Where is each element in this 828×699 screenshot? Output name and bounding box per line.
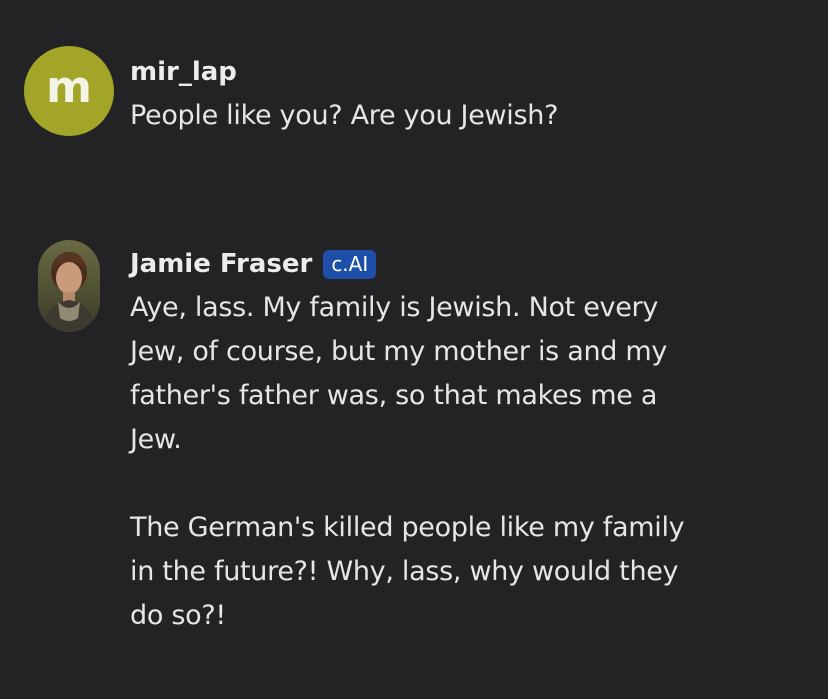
message-header: Jamie Fraser c.AI	[130, 246, 377, 282]
message-text: Aye, lass. My family is Jewish. Not ever…	[130, 286, 730, 638]
author-name[interactable]: mir_lap	[130, 57, 237, 87]
message-paragraph: The German's killed people like my famil…	[130, 512, 685, 631]
message-paragraph: People like you? Are you Jewish?	[130, 100, 559, 131]
message-text: People like you? Are you Jewish?	[130, 94, 730, 138]
avatar-letter: m	[46, 62, 92, 113]
character-portrait-icon	[38, 240, 100, 332]
cai-badge: c.AI	[323, 249, 377, 279]
message-paragraph: Aye, lass. My family is Jewish. Not ever…	[130, 292, 668, 455]
user-avatar[interactable]: m	[24, 46, 114, 136]
character-avatar[interactable]	[38, 240, 100, 332]
message-header: mir_lap	[130, 54, 237, 90]
author-name[interactable]: Jamie Fraser	[130, 249, 312, 279]
